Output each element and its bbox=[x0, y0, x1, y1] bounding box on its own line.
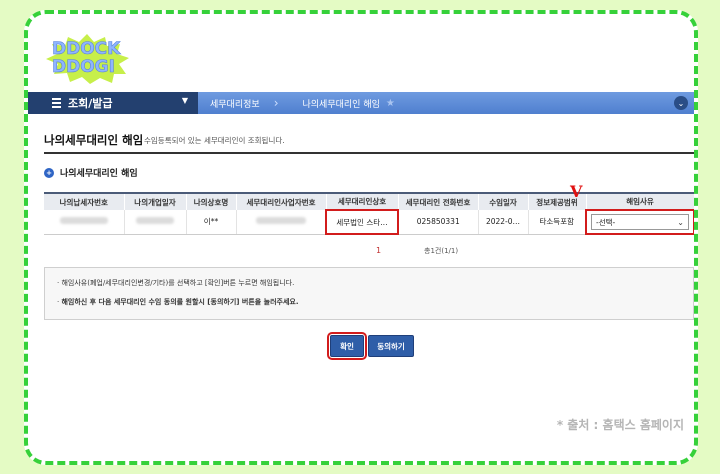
notice-line-1: · 해임사유(폐업/세무대리인변경/기타)를 선택하고 [확인]버튼 누르면 해… bbox=[57, 279, 295, 287]
header-agent-name: 세무대리인상호 bbox=[326, 192, 399, 210]
logo-text-line2: DDOGI bbox=[52, 57, 116, 77]
dropdown-arrow-icon: ▼ bbox=[181, 96, 188, 105]
source-credit: * 출처 : 홈택스 홈페이지 bbox=[556, 418, 684, 432]
cell-scope: 타소득포함 bbox=[528, 210, 587, 235]
breadcrumb-item-1[interactable]: 나의세무대리인 해임 ★ bbox=[291, 92, 407, 114]
top-navbar: 조회/발급 ▼ 세무대리정보 › 나의세무대리인 해임 ★ ⌄ bbox=[28, 92, 694, 114]
reason-select[interactable]: -선택- ⌄ bbox=[591, 214, 689, 230]
table-header-row: 나의납세자번호 나의개업일자 나의상호명 세무대리인사업자번호 세무대리인상호 … bbox=[44, 192, 694, 210]
section-title: 나의세무대리인 해임 bbox=[60, 169, 138, 179]
star-icon[interactable]: ★ bbox=[386, 98, 395, 109]
cell-agent-name: 세무법인 스타… bbox=[325, 209, 399, 235]
result-count: 총1건(1/1) bbox=[424, 247, 459, 255]
cell-taxpayer-number bbox=[44, 210, 125, 235]
cell-open-date bbox=[124, 210, 187, 235]
redacted-value bbox=[136, 217, 174, 225]
logo-text-line1: DDOCK bbox=[52, 39, 121, 59]
breadcrumb-label: 세무대리정보 bbox=[210, 99, 260, 110]
cell-reason: -선택- ⌄ bbox=[585, 209, 694, 235]
chevron-down-icon: ⌄ bbox=[677, 217, 684, 227]
header-reason: 해임사유 bbox=[586, 192, 694, 210]
cell-agent-phone: 025850331 bbox=[398, 210, 479, 235]
header-open-date: 나의개업일자 bbox=[124, 192, 187, 210]
header-taxpayer-number: 나의납세자번호 bbox=[44, 192, 125, 210]
agent-table: 나의납세자번호 나의개업일자 나의상호명 세무대리인사업자번호 세무대리인상호 … bbox=[44, 192, 694, 235]
hamburger-icon bbox=[52, 98, 61, 108]
breadcrumb-separator-icon: › bbox=[273, 96, 279, 110]
breadcrumb-label: 나의세무대리인 해임 bbox=[302, 99, 380, 110]
page-description: 수임등록되어 있는 세무대리인이 조회됩니다. bbox=[144, 136, 285, 145]
header-agent-phone: 세무대리인 전화번호 bbox=[398, 192, 479, 210]
annotation-v-mark: V bbox=[570, 182, 583, 201]
notice-box: · 해임사유(폐업/세무대리인변경/기타)를 선택하고 [확인]버튼 누르면 해… bbox=[44, 267, 694, 320]
header-appointment-date: 수임일자 bbox=[478, 192, 529, 210]
title-divider bbox=[44, 152, 694, 154]
chevron-down-icon[interactable]: ⌄ bbox=[674, 96, 688, 110]
header-agent-biz-number: 세무대리인사업자번호 bbox=[236, 192, 327, 210]
agree-button[interactable]: 동의하기 bbox=[368, 335, 414, 357]
menu-label: 조회/발급 bbox=[68, 97, 113, 110]
notice-text: 해임하신 후 다음 세무대리인 수임 동의를 원할시 [동의하기] 버튼을 눌러… bbox=[61, 298, 299, 306]
redacted-value bbox=[59, 217, 108, 225]
menu-dropdown[interactable]: 조회/발급 ▼ bbox=[28, 92, 198, 114]
redacted-value bbox=[255, 217, 306, 225]
section-heading: + 나의세무대리인 해임 bbox=[44, 166, 138, 179]
reason-select-value: -선택- bbox=[596, 217, 616, 227]
table-row: 이** 세무법인 스타… 025850331 2022-0… 타소득포함 -선택… bbox=[44, 209, 694, 235]
confirm-button[interactable]: 확인 bbox=[327, 332, 367, 360]
cell-trade-name: 이** bbox=[186, 210, 237, 235]
header-trade-name: 나의상호명 bbox=[186, 192, 237, 210]
cell-agent-biz-number bbox=[236, 210, 327, 235]
ddock-ddogi-logo: DDOCK DDOGI bbox=[42, 32, 132, 84]
cell-appointment-date: 2022-0… bbox=[478, 210, 529, 235]
pagination-page-1[interactable]: 1 bbox=[376, 246, 381, 255]
section-bullet-icon: + bbox=[44, 167, 54, 178]
page-title: 나의세무대리인 해임 bbox=[44, 133, 144, 147]
notice-line-2: · 해임하신 후 다음 세무대리인 수임 동의를 원할시 [동의하기] 버튼을 … bbox=[57, 298, 299, 306]
notice-text: 해임사유(폐업/세무대리인변경/기타)를 선택하고 [확인]버튼 누르면 해임됩… bbox=[61, 279, 295, 287]
breadcrumb-item-0[interactable]: 세무대리정보 › bbox=[198, 92, 291, 114]
content-frame: DDOCK DDOGI 조회/발급 ▼ 세무대리정보 › 나의세무대리인 해임 … bbox=[24, 10, 698, 465]
